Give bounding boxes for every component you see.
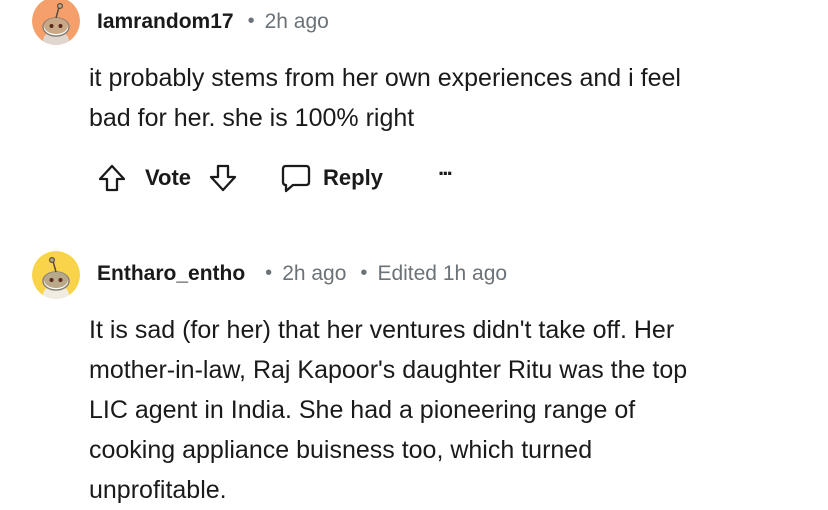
comment-meta: Entharo_entho • 2h ago • Edited 1h ago — [97, 260, 507, 288]
comment-meta: Iamrandom17 • 2h ago — [97, 8, 329, 36]
edited-label: Edited 1h ago — [377, 262, 508, 285]
comment-actions: Vote Reply ··· — [96, 158, 454, 198]
user-avatar[interactable] — [32, 251, 80, 299]
reddit-snoo-icon — [32, 251, 80, 299]
reddit-snoo-icon — [32, 0, 80, 45]
more-options-button[interactable]: ··· — [438, 161, 454, 187]
timestamp[interactable]: 2h ago — [265, 10, 329, 34]
chat-bubble-icon — [280, 158, 312, 198]
separator-dot: • — [360, 261, 368, 284]
user-avatar[interactable] — [32, 0, 80, 45]
username[interactable]: Entharo_entho — [97, 262, 245, 286]
timestamp[interactable]: 2h ago — [282, 262, 346, 286]
reply-label: Reply — [323, 165, 383, 190]
arrow-down-icon[interactable] — [207, 158, 239, 198]
reply-button[interactable]: Reply — [280, 158, 383, 198]
arrow-up-icon[interactable] — [96, 158, 128, 198]
comment-body: It is sad (for her) that her ventures di… — [89, 316, 688, 504]
separator-dot: • — [247, 9, 255, 32]
comment-body: it probably stems from her own experienc… — [89, 64, 681, 132]
vote-count: Vote — [145, 165, 192, 190]
username[interactable]: Iamrandom17 — [97, 10, 234, 34]
separator-dot: • — [265, 261, 273, 284]
